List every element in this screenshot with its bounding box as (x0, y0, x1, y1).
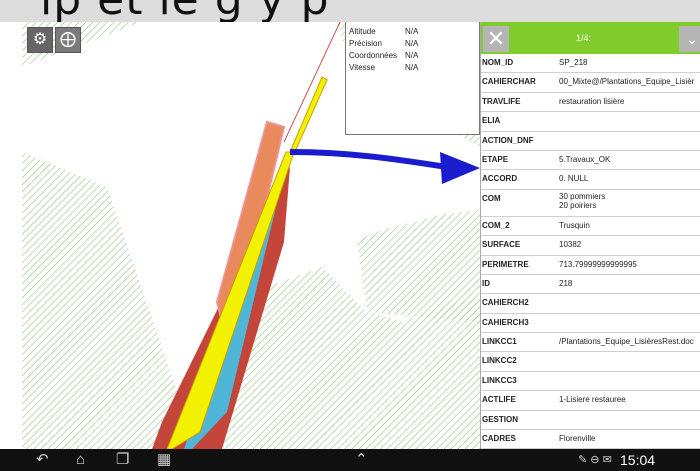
attribute-row[interactable]: ID 218 (481, 275, 700, 295)
attribute-value: 218 (559, 278, 573, 288)
attribute-row[interactable]: COM_2 Trusquin (481, 217, 700, 237)
close-icon: ✕ (486, 26, 506, 51)
attribute-value: 5.Travaux_OK (559, 154, 611, 164)
attribute-key: GESTION (482, 414, 519, 424)
gps-label: Altitude (349, 27, 376, 36)
attribute-row[interactable]: ELIA (481, 112, 700, 132)
attribute-key: ACCORD (482, 174, 518, 184)
gps-value: N/A (405, 27, 419, 36)
attribute-value: 10382 (559, 240, 582, 250)
attribute-key: ID (482, 278, 490, 288)
attribute-key: COM (482, 193, 501, 203)
home-icon[interactable]: ⌂ (76, 449, 85, 471)
attribute-row[interactable]: LINKCC1/Plantations_Equipe_LisièresRest.… (481, 333, 700, 353)
attribute-row[interactable]: ACTLIFE 1-Lisiere restauree (481, 391, 700, 411)
gps-value: N/A (405, 51, 419, 60)
attribute-key: PERIMETRE (482, 259, 529, 269)
attribute-key: ACTLIFE (482, 395, 516, 405)
attribute-key: ETAPE (482, 154, 509, 164)
attribute-value: SP_218 (559, 58, 588, 67)
attribute-row[interactable]: CAHIERCH3 (481, 314, 700, 334)
attribute-key: CAHIERCH2 (482, 298, 529, 308)
gps-row-precision: Précision N/A (349, 38, 479, 50)
attribute-value: 30 pommiers 20 poiriers (559, 191, 606, 210)
gps-value: N/A (405, 39, 419, 48)
chevron-up-icon[interactable]: ⌃ (355, 449, 368, 471)
minus-circle-icon: ⊖ (590, 454, 600, 466)
attribute-row[interactable]: COM 30 pommiers 20 poiriers (481, 190, 700, 217)
top-banner: ip et le g y p (0, 0, 700, 22)
attribute-key: CAHIERCH3 (482, 317, 529, 327)
app-screen: ⚙ ⨁ Altitude N/A Précision N/A Coordonnées… (22, 22, 700, 449)
clock: 15:04 (620, 452, 656, 468)
attribute-row[interactable]: TRAVLIFE restauration lisière (481, 93, 700, 113)
settings-button[interactable]: ⚙ (27, 27, 53, 53)
attribute-value: 713.79999999999995 (559, 259, 637, 269)
android-nav-bar: ↶ ⌂ ❐ ▦ ⌃ ✎ ⊖ ✉ 15:04 (0, 449, 700, 471)
close-button[interactable]: ✕ (483, 26, 509, 52)
pen-icon: ✎ (578, 454, 588, 466)
attribute-row[interactable]: ETAPE 5.Travaux_OK (481, 151, 700, 171)
attribute-key: CADRES (482, 434, 516, 444)
attribute-value: restauration lisière (559, 96, 625, 106)
gps-value: N/A (405, 63, 419, 72)
recent-apps-icon[interactable]: ❐ (116, 449, 129, 471)
banner-text: ip et le g y p (40, 0, 330, 22)
attribute-value: Trusquin (559, 220, 590, 230)
gear-icon: ⚙ (32, 31, 48, 48)
back-icon[interactable]: ↶ (36, 449, 49, 471)
attribute-key: CAHIERCHAR (482, 77, 536, 87)
gps-label: Coordonnées (349, 51, 398, 60)
attribute-key: COM_2 (482, 220, 510, 230)
locate-button[interactable]: ⨁ (55, 27, 81, 53)
attribute-key: SURFACE (482, 240, 521, 250)
attribute-header: ✕ 1/4: ⌄ (481, 22, 700, 54)
gps-info-panel: Altitude N/A Précision N/A Coordonnées N/A … (345, 22, 480, 135)
attribute-table: NOM_ID SP_218 CAHIERCHAR 00_Mixte@/Plantati… (481, 54, 700, 449)
attribute-row[interactable]: SURFACE 10382 (481, 236, 700, 256)
gps-label: Vitesse (349, 63, 376, 72)
gps-label: Précision (349, 39, 382, 48)
next-record-button[interactable]: ⌄ (679, 26, 700, 52)
attribute-key: LINKCC2 (482, 356, 517, 366)
status-icons: ✎ ⊖ ✉ (578, 449, 612, 471)
attribute-value: 00_Mixte@/Plantations_Equipe_Lisièr (559, 77, 695, 87)
attribute-value: 1-Lisiere restauree (559, 395, 626, 405)
attribute-row[interactable]: LINKCC3 (481, 372, 700, 392)
chevron-down-icon: ⌄ (686, 31, 698, 47)
attribute-key: NOM_ID (482, 58, 514, 67)
attribute-key: ELIA (482, 116, 501, 126)
screenshot-icon[interactable]: ▦ (157, 449, 171, 471)
crosshair-icon: ⨁ (60, 31, 76, 48)
page-indicator: 1/4: (576, 33, 592, 43)
attribute-row[interactable]: CAHIERCHAR 00_Mixte@/Plantations_Equipe_L… (481, 73, 700, 93)
attribute-value: 0. NULL (559, 174, 589, 184)
attribute-key: LINKCC3 (482, 375, 517, 385)
attribute-row[interactable]: ACTION_DNF (481, 132, 700, 151)
gps-row-speed: Vitesse N/A (349, 62, 479, 74)
attribute-row[interactable]: PERIMETRE 713.79999999999995 (481, 256, 700, 275)
gps-row-coordinates: Coordonnées N/A (349, 50, 479, 62)
mail-icon: ✉ (602, 454, 612, 466)
attribute-panel: ✕ 1/4: ⌄ NOM_ID SP_218 CAHIERCHAR 00_Mixte@… (480, 22, 700, 449)
attribute-value: /Plantations_Equipe_LisièresRest.doc (559, 337, 694, 347)
attribute-value: Florenville (559, 434, 596, 444)
attribute-key: TRAVLIFE (482, 96, 521, 106)
attribute-row[interactable]: NOM_ID SP_218 (481, 54, 700, 74)
attribute-row[interactable]: CADRES Florenville (481, 430, 700, 449)
attribute-key: ACTION_DNF (482, 135, 534, 145)
attribute-key: LINKCC1 (482, 337, 517, 347)
gps-row-altitude: Altitude N/A (349, 26, 479, 38)
attribute-row[interactable]: ACCORD 0. NULL (481, 170, 700, 190)
attribute-row[interactable]: GESTION (481, 411, 700, 431)
attribute-row[interactable]: CAHIERCH2 (481, 294, 700, 314)
attribute-row[interactable]: LINKCC2 (481, 352, 700, 372)
